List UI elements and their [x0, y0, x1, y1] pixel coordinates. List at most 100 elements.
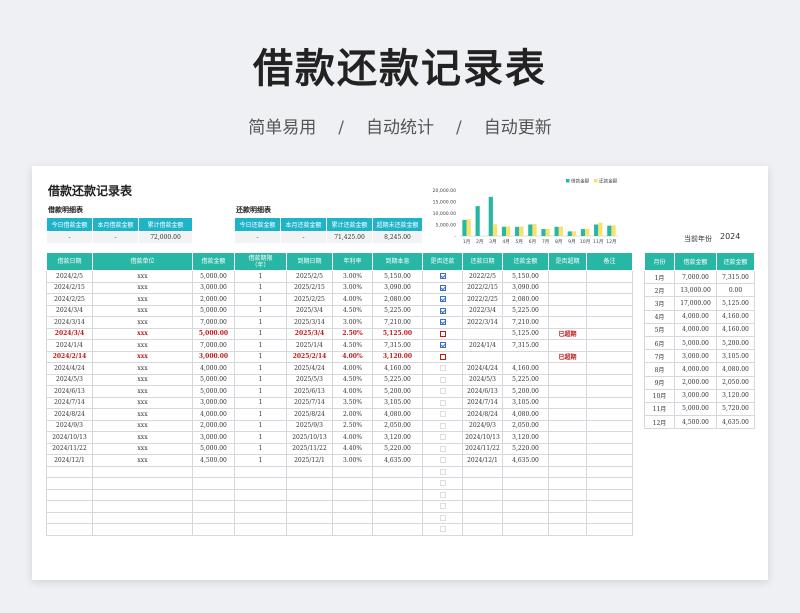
empty-cell[interactable]: [586, 477, 633, 490]
note-cell[interactable]: [586, 316, 633, 329]
empty-cell[interactable]: [332, 477, 373, 490]
due-cell[interactable]: 2025/12/1: [286, 454, 333, 467]
repaid-cell[interactable]: [422, 442, 463, 455]
repay-amount-cell[interactable]: 2,080.00: [502, 293, 549, 306]
note-cell[interactable]: [586, 362, 633, 375]
rate-cell[interactable]: 4.50%: [332, 339, 373, 352]
note-cell[interactable]: [586, 431, 633, 444]
empty-cell[interactable]: [462, 488, 503, 501]
note-cell[interactable]: [586, 442, 633, 455]
empty-cell[interactable]: [286, 465, 333, 478]
repaid-cell[interactable]: [422, 396, 463, 409]
term-cell[interactable]: 1: [234, 327, 287, 340]
repay-date-cell[interactable]: 2024/1/4: [462, 339, 503, 352]
total-cell[interactable]: 3,105.00: [372, 396, 423, 409]
repaid-cell[interactable]: [422, 304, 463, 317]
empty-cell[interactable]: [332, 511, 373, 524]
empty-cell[interactable]: [234, 465, 287, 478]
repaid-checkbox[interactable]: [439, 353, 446, 360]
date-cell[interactable]: 2024/9/3: [46, 419, 93, 432]
total-cell[interactable]: 7,210.00: [372, 316, 423, 329]
amount-cell[interactable]: 2,000.00: [192, 293, 235, 306]
unit-cell[interactable]: xxx: [92, 316, 193, 329]
empty-cell[interactable]: [422, 488, 463, 501]
repaid-checkbox[interactable]: [439, 376, 446, 383]
empty-cell[interactable]: [502, 465, 549, 478]
date-cell[interactable]: 2024/6/13: [46, 385, 93, 398]
term-cell[interactable]: 1: [234, 408, 287, 421]
date-cell[interactable]: 2024/12/1: [46, 454, 93, 467]
empty-cell[interactable]: [192, 500, 235, 513]
rate-cell[interactable]: 2.50%: [332, 327, 373, 340]
empty-cell[interactable]: [372, 477, 423, 490]
repay-amount-cell[interactable]: 5,125.00: [502, 327, 549, 340]
repaid-checkbox[interactable]: [439, 388, 446, 395]
due-cell[interactable]: 2025/8/24: [286, 408, 333, 421]
repaid-checkbox[interactable]: [439, 526, 446, 533]
repaid-cell[interactable]: [422, 350, 463, 363]
repay-amount-cell[interactable]: 7,210.00: [502, 316, 549, 329]
empty-cell[interactable]: [46, 465, 93, 478]
date-cell[interactable]: 2024/8/24: [46, 408, 93, 421]
unit-cell[interactable]: xxx: [92, 408, 193, 421]
empty-cell[interactable]: [192, 465, 235, 478]
repaid-cell[interactable]: [422, 362, 463, 375]
empty-cell[interactable]: [502, 511, 549, 524]
amount-cell[interactable]: 5,000.00: [192, 304, 235, 317]
overdue-cell[interactable]: [548, 270, 587, 283]
empty-cell[interactable]: [372, 488, 423, 501]
repay-amount-cell[interactable]: 3,120.00: [502, 431, 549, 444]
empty-cell[interactable]: [548, 488, 587, 501]
term-cell[interactable]: 1: [234, 339, 287, 352]
total-cell[interactable]: 3,120.00: [372, 431, 423, 444]
unit-cell[interactable]: xxx: [92, 293, 193, 306]
total-cell[interactable]: 5,125.00: [372, 327, 423, 340]
overdue-cell[interactable]: [548, 431, 587, 444]
unit-cell[interactable]: xxx: [92, 304, 193, 317]
empty-cell[interactable]: [462, 523, 503, 536]
empty-cell[interactable]: [332, 465, 373, 478]
empty-cell[interactable]: [422, 465, 463, 478]
amount-cell[interactable]: 3,000.00: [192, 350, 235, 363]
amount-cell[interactable]: 5,000.00: [192, 385, 235, 398]
overdue-cell[interactable]: [548, 281, 587, 294]
repay-amount-cell[interactable]: 5,200.00: [502, 385, 549, 398]
note-cell[interactable]: [586, 419, 633, 432]
total-cell[interactable]: 7,315.00: [372, 339, 423, 352]
due-cell[interactable]: 2025/3/4: [286, 327, 333, 340]
repay-date-cell[interactable]: 2024/11/22: [462, 442, 503, 455]
overdue-cell[interactable]: [548, 316, 587, 329]
note-cell[interactable]: [586, 339, 633, 352]
total-cell[interactable]: 4,080.00: [372, 408, 423, 421]
overdue-cell[interactable]: 已超期: [548, 350, 587, 363]
date-cell[interactable]: 2024/3/14: [46, 316, 93, 329]
empty-cell[interactable]: [502, 488, 549, 501]
term-cell[interactable]: 1: [234, 304, 287, 317]
empty-cell[interactable]: [548, 465, 587, 478]
due-cell[interactable]: 2025/6/13: [286, 385, 333, 398]
amount-cell[interactable]: 4,000.00: [192, 408, 235, 421]
repaid-cell[interactable]: [422, 281, 463, 294]
empty-cell[interactable]: [462, 511, 503, 524]
due-cell[interactable]: 2025/5/3: [286, 373, 333, 386]
term-cell[interactable]: 1: [234, 270, 287, 283]
repay-amount-cell[interactable]: 4,635.00: [502, 454, 549, 467]
empty-cell[interactable]: [548, 511, 587, 524]
empty-cell[interactable]: [234, 523, 287, 536]
overdue-cell[interactable]: [548, 293, 587, 306]
repaid-checkbox[interactable]: [439, 319, 446, 326]
empty-cell[interactable]: [462, 500, 503, 513]
empty-cell[interactable]: [92, 523, 193, 536]
rate-cell[interactable]: 3.00%: [332, 270, 373, 283]
empty-cell[interactable]: [462, 477, 503, 490]
overdue-cell[interactable]: [548, 454, 587, 467]
empty-cell[interactable]: [332, 523, 373, 536]
repay-amount-cell[interactable]: [502, 350, 549, 363]
total-cell[interactable]: 4,160.00: [372, 362, 423, 375]
repaid-checkbox[interactable]: [439, 330, 446, 337]
repay-date-cell[interactable]: 2024/9/3: [462, 419, 503, 432]
empty-cell[interactable]: [286, 511, 333, 524]
empty-cell[interactable]: [548, 500, 587, 513]
term-cell[interactable]: 1: [234, 431, 287, 444]
empty-cell[interactable]: [92, 477, 193, 490]
